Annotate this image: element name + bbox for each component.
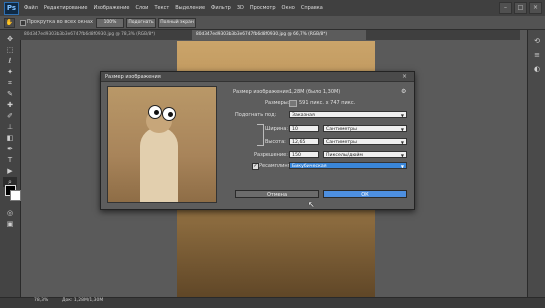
mouse-cursor-icon: ↖ [308, 200, 315, 209]
crop-tool-icon[interactable]: ⌗ [3, 78, 17, 88]
fit-to-label: Подогнать под: [235, 112, 277, 118]
tab-document-2[interactable]: 80d347ed9303b3b3e6747fb6d8f0930.jpg @ 66… [192, 30, 366, 40]
text-tool-icon[interactable]: T [3, 155, 17, 165]
height-input[interactable]: 12,65 [289, 138, 319, 145]
resample-checkbox[interactable]: ✓ [252, 163, 259, 170]
close-icon[interactable]: × [529, 2, 542, 14]
menu-layers[interactable]: Слои [135, 5, 148, 11]
dimensions-value: 591 пикс. x 747 пикс. [299, 100, 356, 106]
link-chain-icon[interactable] [257, 124, 264, 146]
scroll-all-windows-checkbox[interactable] [20, 20, 26, 26]
menu-view[interactable]: Просмотр [250, 5, 276, 11]
resolution-unit-select[interactable]: Пикселы/дюйм ▼ [323, 151, 407, 158]
menu-text[interactable]: Текст [154, 5, 169, 11]
healing-brush-tool-icon[interactable]: ✚ [3, 100, 17, 110]
maximize-icon[interactable]: □ [514, 2, 527, 14]
preview-animal-body [140, 127, 178, 202]
dimensions-label: Размеры: [265, 100, 290, 106]
gear-icon[interactable]: ⚙ [401, 88, 406, 95]
main-menu: Файл Редактирование Изображение Слои Тек… [24, 0, 323, 16]
adjustments-icon[interactable]: ◐ [532, 64, 542, 74]
window-controls: – □ × [499, 2, 542, 14]
fill-screen-button[interactable]: Полный экран [158, 18, 196, 28]
menu-image[interactable]: Изображение [93, 5, 129, 11]
eraser-tool-icon[interactable]: ◧ [3, 133, 17, 143]
scroll-all-windows-label: Прокрутка во всех окнах [27, 19, 94, 25]
image-preview[interactable] [107, 86, 217, 203]
cancel-button[interactable]: Отмена [235, 190, 319, 198]
tab-document-1[interactable]: 80d347ed9303b3b3e6747fb6d8f0930.jpg @ 78… [20, 30, 194, 40]
menu-3d[interactable]: 3D [237, 5, 244, 11]
ok-button[interactable]: ОК [323, 190, 407, 198]
photoshop-logo: Ps [4, 2, 19, 15]
tools-panel: ✥ ⬚ ℓ ✦ ⌗ ✎ ✚ ✐ ⊥ ◧ ✒ T ▶ ⌕ ◎ ▣ [0, 30, 21, 298]
options-bar: ✋ Прокрутка во всех окнах 100% Подогнать… [0, 16, 545, 30]
marquee-tool-icon[interactable]: ⬚ [3, 45, 17, 55]
dialog-close-icon[interactable]: × [402, 73, 407, 80]
preview-eye-left [148, 105, 162, 119]
preview-eye-right [162, 107, 176, 121]
dimensions-dropdown-icon[interactable] [289, 100, 297, 107]
menu-file[interactable]: Файл [24, 5, 38, 11]
brush-tool-icon[interactable]: ✐ [3, 111, 17, 121]
dialog-title: Размер изображения [105, 74, 161, 80]
zoom-level[interactable]: 78,3% [34, 298, 48, 303]
menu-help[interactable]: Справка [301, 5, 323, 11]
clone-stamp-tool-icon[interactable]: ⊥ [3, 122, 17, 132]
image-size-label: Размер изображения: [233, 89, 291, 95]
zoom-100-button[interactable]: 100% [96, 18, 124, 28]
magic-wand-tool-icon[interactable]: ✦ [3, 67, 17, 77]
menu-filter[interactable]: Фильтр [211, 5, 231, 11]
fit-to-select[interactable]: Заказная ▼ [289, 111, 407, 118]
menu-window[interactable]: Окно [282, 5, 295, 11]
right-panel-strip: ⟲ ≡ ◐ [527, 30, 545, 298]
height-unit-select[interactable]: Сантиметры ▼ [323, 138, 407, 145]
hand-tool-icon[interactable]: ✋ [4, 18, 15, 28]
resample-label: Ресамплинг: [259, 163, 292, 169]
document-tabs: 80d347ed9303b3b3e6747fb6d8f0930.jpg @ 78… [20, 30, 520, 40]
screen-mode-icon[interactable]: ▣ [3, 219, 17, 229]
fit-screen-button[interactable]: Подогнать [126, 18, 156, 28]
resolution-label: Разрешение: [254, 152, 288, 158]
minimize-icon[interactable]: – [499, 2, 512, 14]
width-input[interactable]: 10 [289, 125, 319, 132]
menu-edit[interactable]: Редактирование [44, 5, 88, 11]
menu-select[interactable]: Выделение [175, 5, 205, 11]
image-size-value: 1,28M (было 1,30M) [289, 89, 341, 95]
image-size-dialog: Размер изображения × Размер изображения:… [100, 71, 415, 210]
width-unit-select[interactable]: Сантиметры ▼ [323, 125, 407, 132]
document-info: Док: 1,28M/1,30M [62, 298, 104, 303]
pen-tool-icon[interactable]: ✒ [3, 144, 17, 154]
resolution-input[interactable]: 150 [289, 151, 319, 158]
history-icon[interactable]: ⟲ [532, 36, 542, 46]
move-tool-icon[interactable]: ✥ [3, 34, 17, 44]
background-color-swatch[interactable] [10, 190, 21, 201]
menu-bar: Ps Файл Редактирование Изображение Слои … [0, 0, 545, 17]
path-selection-tool-icon[interactable]: ▶ [3, 166, 17, 176]
width-label: Ширина: [265, 126, 289, 132]
resample-select[interactable]: Бикубическая ▼ [289, 162, 407, 169]
eyedropper-tool-icon[interactable]: ✎ [3, 89, 17, 99]
quick-mask-icon[interactable]: ◎ [3, 208, 17, 218]
properties-icon[interactable]: ≡ [532, 50, 542, 60]
height-label: Высота: [265, 139, 286, 145]
lasso-tool-icon[interactable]: ℓ [3, 56, 17, 66]
